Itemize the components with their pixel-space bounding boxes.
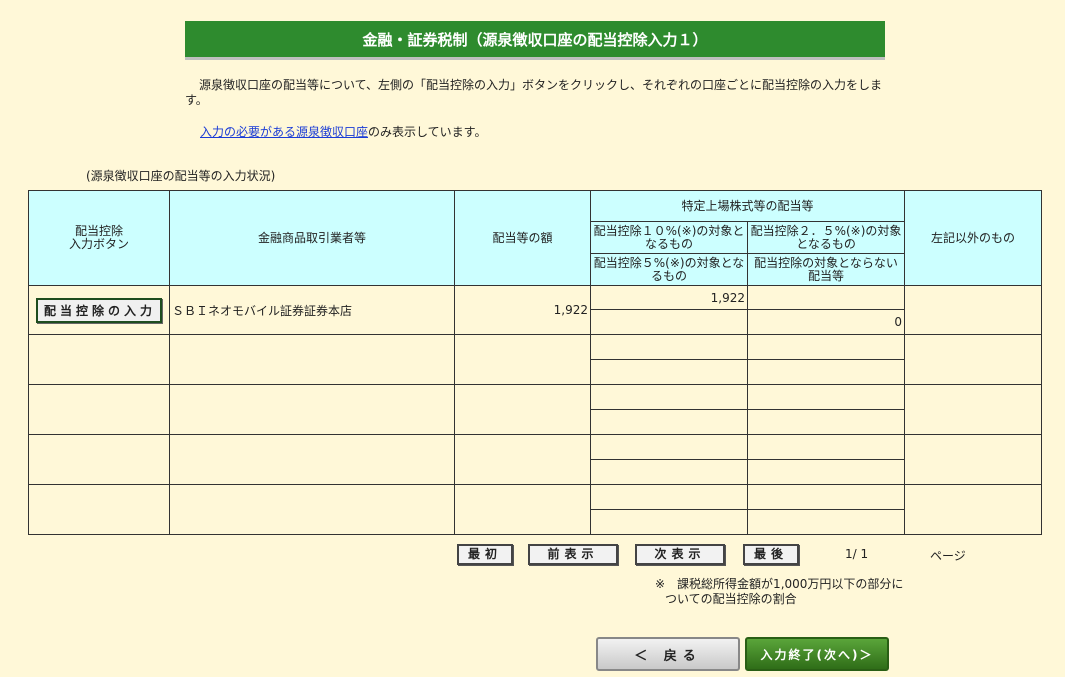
empty-cell — [904, 434, 1043, 485]
amount-cell: 1,922 — [454, 285, 591, 335]
header-amount: 配当等の額 — [454, 190, 591, 286]
page-title: 金融・証券税制（源泉徴収口座の配当控除入力１） — [185, 21, 885, 60]
empty-cell — [746, 459, 906, 485]
page-label: ページ — [930, 549, 966, 563]
finish-input-next-button[interactable]: 入力終了(次へ)＞ — [745, 637, 889, 671]
header-pct5: 配当控除５%(※)の対象となるもの — [590, 253, 748, 286]
header-no-credit: 配当控除の対象とならない配当等 — [746, 253, 906, 286]
empty-cell — [904, 384, 1043, 435]
empty-cell — [454, 334, 591, 385]
empty-cell — [454, 484, 591, 535]
empty-cell — [590, 409, 748, 435]
empty-cell — [746, 359, 906, 385]
no-credit-cell: 0 — [746, 309, 906, 335]
pager: 最初 前表示 次表示 最後 1/ 1 ページ — [0, 544, 1065, 565]
table-row — [28, 334, 1043, 385]
last-page-button[interactable]: 最後 — [743, 544, 799, 565]
empty-cell — [169, 434, 455, 485]
table-caption: (源泉徴収口座の配当等の入力状況) — [86, 169, 276, 183]
header-pct10: 配当控除１０%(※)の対象となるもの — [590, 221, 748, 254]
empty-cell — [746, 509, 906, 535]
footnote-line1: ※ 課税総所得金額が1,000万円以下の部分に — [655, 577, 904, 591]
empty-cell — [904, 334, 1043, 385]
empty-cell — [746, 409, 906, 435]
header-broker: 金融商品取引業者等 — [169, 190, 455, 286]
empty-cell — [454, 384, 591, 435]
header-pct25: 配当控除２．５%(※)の対象となるもの — [746, 221, 906, 254]
empty-cell — [590, 384, 748, 410]
filter-note: 入力の必要がある源泉徴収口座のみ表示しています。 — [200, 123, 486, 140]
next-page-button[interactable]: 次表示 — [635, 544, 725, 565]
footnote: ※ 課税総所得金額が1,000万円以下の部分に ついての配当控除の割合 — [655, 577, 903, 607]
empty-cell — [590, 484, 748, 510]
empty-cell — [169, 334, 455, 385]
required-accounts-link[interactable]: 入力の必要がある源泉徴収口座 — [200, 125, 368, 139]
header-listed-group: 特定上場株式等の配当等 — [589, 190, 906, 222]
pct5-cell — [590, 309, 748, 335]
other-cell — [904, 285, 1043, 335]
intro-text: 源泉徴収口座の配当等について、左側の「配当控除の入力」ボタンをクリックし、それぞ… — [185, 78, 883, 107]
empty-cell — [746, 434, 906, 460]
empty-cell — [169, 484, 455, 535]
empty-cell — [746, 334, 906, 360]
first-page-button[interactable]: 最初 — [457, 544, 513, 565]
dividend-table: 配当控除 入力ボタン 金融商品取引業者等 配当等の額 特定上場株式等の配当等 左… — [28, 190, 1043, 535]
empty-cell — [590, 359, 748, 385]
pct25-cell — [746, 285, 906, 310]
pct10-cell: 1,922 — [590, 285, 748, 310]
empty-cell — [746, 384, 906, 410]
dividend-credit-entry-button[interactable]: 配当控除の入力 — [35, 297, 162, 323]
empty-cell — [590, 509, 748, 535]
empty-cell — [746, 484, 906, 510]
empty-cell — [904, 484, 1043, 535]
empty-cell — [28, 434, 170, 485]
footnote-line2: ついての配当控除の割合 — [665, 592, 797, 606]
broker-cell: ＳＢＩネオモバイル証券証券本店 — [169, 285, 455, 335]
table-row: 配当控除の入力 ＳＢＩネオモバイル証券証券本店 1,922 1,922 — [28, 285, 1043, 335]
header-button-col-line2: 入力ボタン — [68, 237, 129, 251]
back-button[interactable]: ＜ 戻る — [596, 637, 740, 671]
previous-page-button[interactable]: 前表示 — [528, 544, 618, 565]
table-row — [28, 384, 1043, 435]
table-row — [28, 434, 1043, 485]
empty-cell — [590, 434, 748, 460]
empty-cell — [454, 434, 591, 485]
empty-cell — [28, 334, 170, 385]
empty-cell — [28, 384, 170, 435]
header-other: 左記以外のもの — [904, 190, 1043, 286]
empty-cell — [28, 484, 170, 535]
table-row — [28, 484, 1043, 535]
filter-note-suffix: のみ表示しています。 — [368, 125, 487, 139]
header-button-col: 配当控除 入力ボタン — [28, 190, 170, 286]
empty-cell — [590, 334, 748, 360]
button-cell: 配当控除の入力 — [28, 285, 170, 335]
empty-cell — [590, 459, 748, 485]
empty-cell — [169, 384, 455, 435]
page-count: 1/ 1 — [845, 547, 869, 561]
